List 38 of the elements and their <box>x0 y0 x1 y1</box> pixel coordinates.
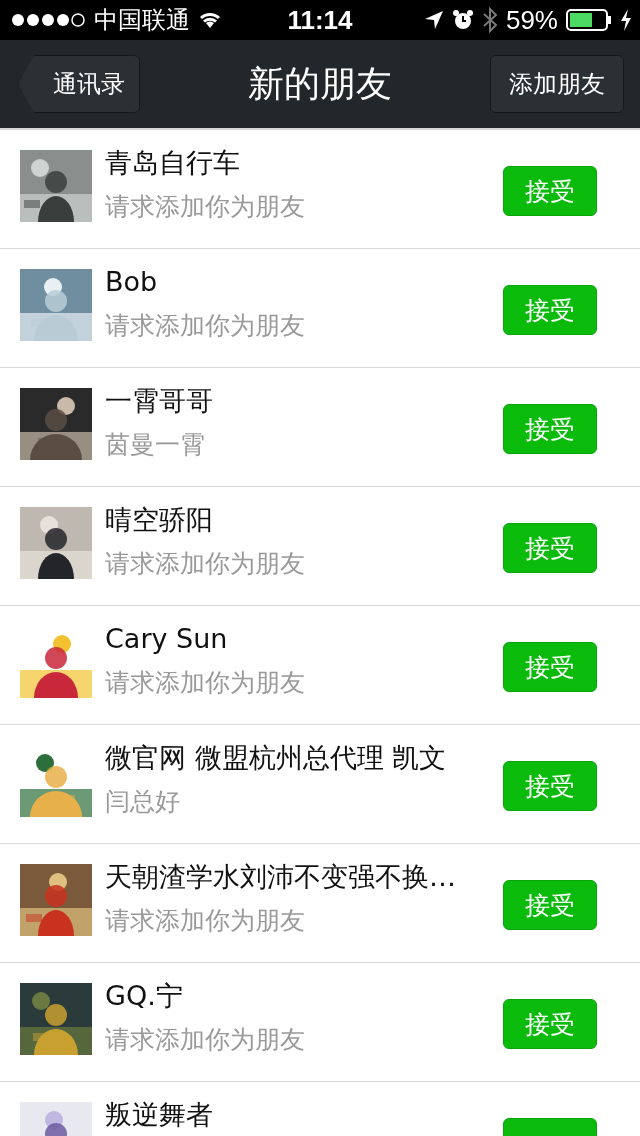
battery-icon <box>566 9 612 31</box>
accept-button[interactable]: 接受 <box>503 166 597 216</box>
request-message: 请求添加你为朋友 <box>105 310 306 342</box>
contact-name: Cary Sun <box>105 622 229 656</box>
alarm-icon <box>451 9 474 31</box>
request-message: 茵曼一霄 <box>105 429 206 461</box>
contact-name: GQ.宁 <box>105 979 184 1013</box>
battery-percent: 59% <box>505 4 558 36</box>
contact-name: 叛逆舞者 <box>105 1098 214 1132</box>
request-message: 请求添加你为朋友 <box>105 548 306 580</box>
contact-name: Bob <box>105 265 159 299</box>
accept-button[interactable]: 接受 <box>503 285 597 335</box>
carrier-name: 中国联通 <box>94 5 190 36</box>
accept-button[interactable]: 接受 <box>503 761 597 811</box>
add-friend-button[interactable]: 添加朋友 <box>490 55 624 113</box>
accept-button[interactable]: 接受 <box>503 642 597 692</box>
signal-icon <box>10 12 86 28</box>
wifi-icon <box>198 10 222 30</box>
location-icon <box>423 10 444 30</box>
request-message: 闫总好 <box>105 786 181 818</box>
contact-name: 天朝渣学水刘沛不变强不换… <box>105 860 457 894</box>
contact-name: 微官网 微盟杭州总代理 凯文 <box>105 741 448 775</box>
page-title: 新的朋友 <box>248 61 392 106</box>
accept-button[interactable]: 接受 <box>503 880 597 930</box>
request-message: 请求添加你为朋友 <box>105 1024 306 1056</box>
accept-button[interactable]: 接受 <box>503 404 597 454</box>
clock-time: 11:14 <box>287 4 353 36</box>
contact-name: 青岛自行车 <box>105 146 241 180</box>
request-message: 请求添加你为朋友 <box>105 667 306 699</box>
accept-button[interactable]: 接受 <box>503 999 597 1049</box>
bluetooth-icon <box>481 7 498 33</box>
request-message: 请求添加你为朋友 <box>105 191 306 223</box>
back-button[interactable]: 通讯录 <box>18 55 140 113</box>
request-message: 请求添加你为朋友 <box>105 905 306 937</box>
contact-name: 晴空骄阳 <box>105 503 214 537</box>
accept-button[interactable]: 接受 <box>503 523 597 573</box>
charging-icon <box>620 9 632 31</box>
contact-name: 一霄哥哥 <box>105 384 214 418</box>
